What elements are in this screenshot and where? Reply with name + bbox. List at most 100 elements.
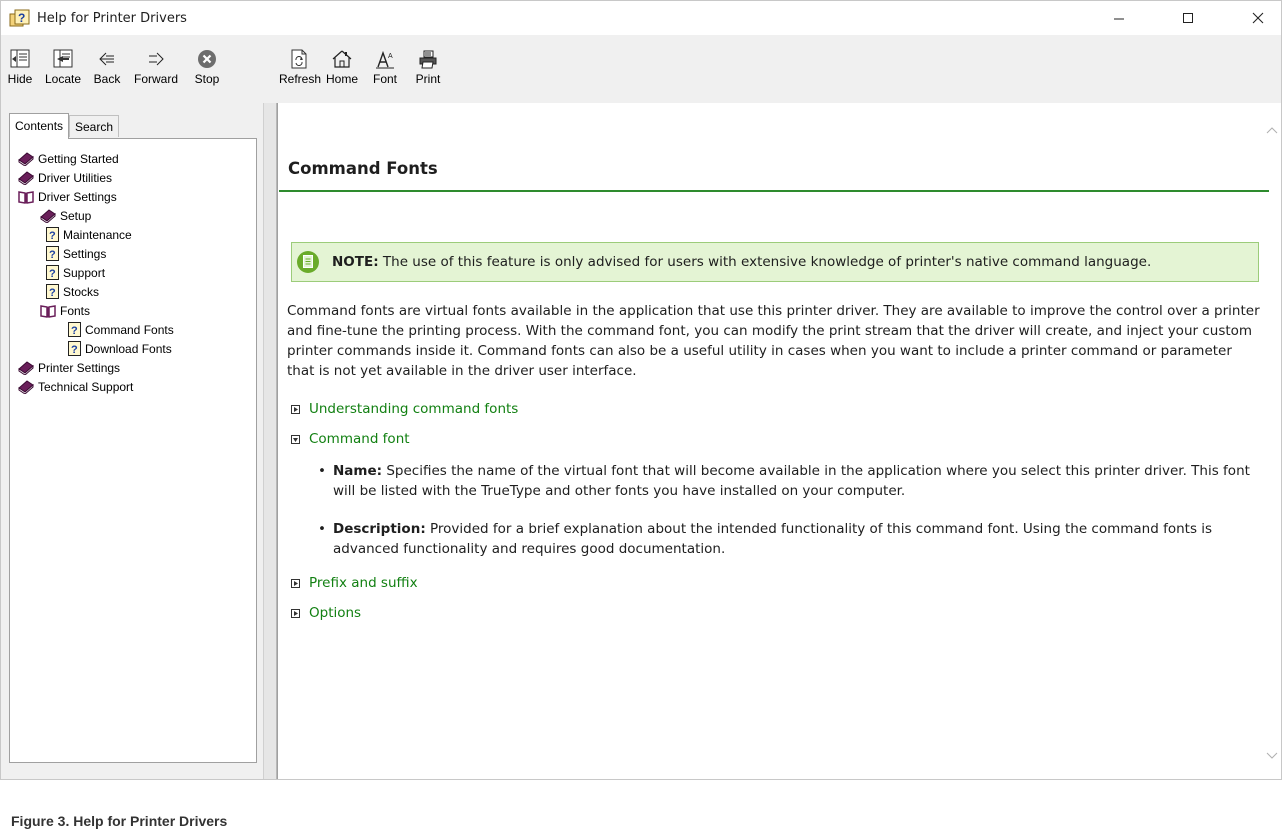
- expand-icon: [291, 404, 300, 414]
- note-label: NOTE:: [332, 254, 379, 270]
- locate-icon: [53, 49, 73, 68]
- stop-label: Stop: [194, 72, 220, 86]
- book-open-icon: [18, 190, 34, 204]
- bullet-dot: •: [318, 463, 326, 479]
- hide-label: Hide: [7, 72, 33, 86]
- forward-arrow-icon: [149, 52, 164, 66]
- back-button[interactable]: Back: [89, 49, 125, 103]
- scroll-down-icon[interactable]: [1266, 751, 1278, 761]
- tree-label: Maintenance: [63, 227, 132, 242]
- note-body: The use of this feature is only advised …: [378, 254, 1152, 270]
- section-link: Understanding command fonts: [309, 401, 519, 417]
- tree-item-setup[interactable]: Setup: [40, 206, 91, 225]
- maximize-button[interactable]: [1165, 1, 1211, 35]
- back-arrow-icon: [99, 52, 114, 66]
- tab-search[interactable]: Search: [69, 115, 120, 137]
- tree-item-maintenance[interactable]: ? Maintenance: [46, 225, 132, 244]
- tree-label: Download Fonts: [85, 341, 172, 356]
- refresh-button[interactable]: Refresh: [279, 49, 322, 103]
- printer-icon: [419, 50, 437, 69]
- navigation-pane: Contents Search Getting Started Driver U…: [1, 103, 273, 779]
- svg-text:?: ?: [49, 287, 56, 299]
- list-item-description: • Description: Provided for a brief expla…: [318, 519, 1258, 559]
- tree-label: Fonts: [60, 303, 91, 318]
- locate-button[interactable]: Locate: [43, 49, 83, 103]
- title-bar: ? Help for Printer Drivers: [1, 1, 1281, 35]
- locate-label: Locate: [44, 72, 82, 86]
- section-command-font[interactable]: Command font: [291, 429, 410, 449]
- svg-text:A: A: [388, 53, 393, 60]
- tree-item-support[interactable]: ? Support: [46, 263, 105, 282]
- font-icon: A: [376, 50, 394, 69]
- minimize-button[interactable]: [1096, 1, 1142, 35]
- list-item-name: • Name: Specifies the name of the virtual…: [318, 461, 1258, 501]
- tree-item-command-fonts[interactable]: ? Command Fonts: [68, 320, 174, 339]
- contents-tree: Getting Started Driver Utilities Driver …: [9, 138, 257, 763]
- section-link: Command font: [309, 431, 410, 447]
- book-closed-icon: [40, 208, 56, 223]
- home-label: Home: [325, 72, 358, 86]
- toolbar: Hide Locate Back Forward Stop Refresh Ho…: [1, 35, 1281, 104]
- forward-button[interactable]: Forward: [131, 49, 181, 103]
- svg-text:?: ?: [49, 268, 56, 280]
- note-icon: [297, 251, 319, 273]
- stop-button[interactable]: Stop: [187, 49, 227, 103]
- svg-text:?: ?: [18, 11, 25, 25]
- tree-item-stocks[interactable]: ? Stocks: [46, 282, 99, 301]
- refresh-label: Refresh: [279, 72, 322, 86]
- collapse-icon: [291, 434, 300, 444]
- tree-item-settings[interactable]: ? Settings: [46, 244, 106, 263]
- section-understanding-command-fonts[interactable]: Understanding command fonts: [291, 399, 518, 419]
- maximize-icon: [1183, 13, 1193, 23]
- section-prefix-and-suffix[interactable]: Prefix and suffix: [291, 573, 418, 593]
- tree-item-getting-started[interactable]: Getting Started: [18, 149, 119, 168]
- tab-contents[interactable]: Contents: [9, 113, 70, 139]
- tree-label: Setup: [60, 208, 92, 223]
- scroll-up-icon[interactable]: [1266, 125, 1278, 135]
- help-page-icon: ?: [46, 227, 59, 242]
- svg-text:?: ?: [49, 230, 56, 242]
- help-page-icon: ?: [68, 322, 81, 337]
- book-closed-icon: [18, 360, 34, 375]
- font-label: Font: [372, 72, 397, 86]
- tree-item-download-fonts[interactable]: ? Download Fonts: [68, 339, 172, 358]
- list-item-text: Specifies the name of the virtual font t…: [333, 463, 1250, 499]
- help-page-icon: ?: [68, 341, 81, 356]
- note-box: NOTE: The use of this feature is only ad…: [291, 242, 1259, 282]
- tree-item-fonts[interactable]: Fonts: [40, 301, 90, 320]
- close-icon: [1252, 12, 1264, 24]
- note-text: NOTE: The use of this feature is only ad…: [332, 254, 1151, 270]
- tree-item-driver-settings[interactable]: Driver Settings: [18, 187, 117, 206]
- page-title: Command Fonts: [288, 159, 438, 178]
- home-button[interactable]: Home: [323, 49, 361, 103]
- book-open-icon: [40, 304, 56, 318]
- section-link: Prefix and suffix: [309, 575, 418, 591]
- home-icon: [332, 50, 352, 68]
- expand-icon: [291, 578, 300, 588]
- tree-label: Driver Settings: [38, 189, 117, 204]
- window-title: Help for Printer Drivers: [37, 11, 187, 26]
- bullet-dot: •: [318, 521, 326, 537]
- font-button[interactable]: A Font: [367, 49, 403, 103]
- hide-button[interactable]: Hide: [3, 49, 37, 103]
- tree-item-printer-settings[interactable]: Printer Settings: [18, 358, 120, 377]
- expand-icon: [291, 608, 300, 618]
- command-font-list-2: • Description: Provided for a brief expla…: [318, 519, 1258, 559]
- list-item-label: Description:: [333, 521, 426, 537]
- pane-splitter[interactable]: [263, 103, 277, 779]
- tree-item-driver-utilities[interactable]: Driver Utilities: [18, 168, 112, 187]
- help-window: ? Help for Printer Drivers Hide Locate B…: [0, 0, 1282, 780]
- command-font-list: • Name: Specifies the name of the virtual…: [318, 461, 1258, 501]
- minimize-icon: [1114, 18, 1124, 20]
- help-page-icon: ?: [46, 265, 59, 280]
- stop-icon: [198, 50, 216, 68]
- tree-label: Technical Support: [38, 379, 134, 394]
- section-link: Options: [309, 605, 362, 621]
- topic-content: Command Fonts NOTE: The use of this feat…: [277, 103, 1281, 779]
- tree-item-technical-support[interactable]: Technical Support: [18, 377, 133, 396]
- section-options[interactable]: Options: [291, 603, 361, 623]
- list-item-label: Name:: [333, 463, 383, 479]
- book-closed-icon: [18, 170, 34, 185]
- close-button[interactable]: [1235, 1, 1281, 35]
- print-button[interactable]: Print: [411, 49, 445, 103]
